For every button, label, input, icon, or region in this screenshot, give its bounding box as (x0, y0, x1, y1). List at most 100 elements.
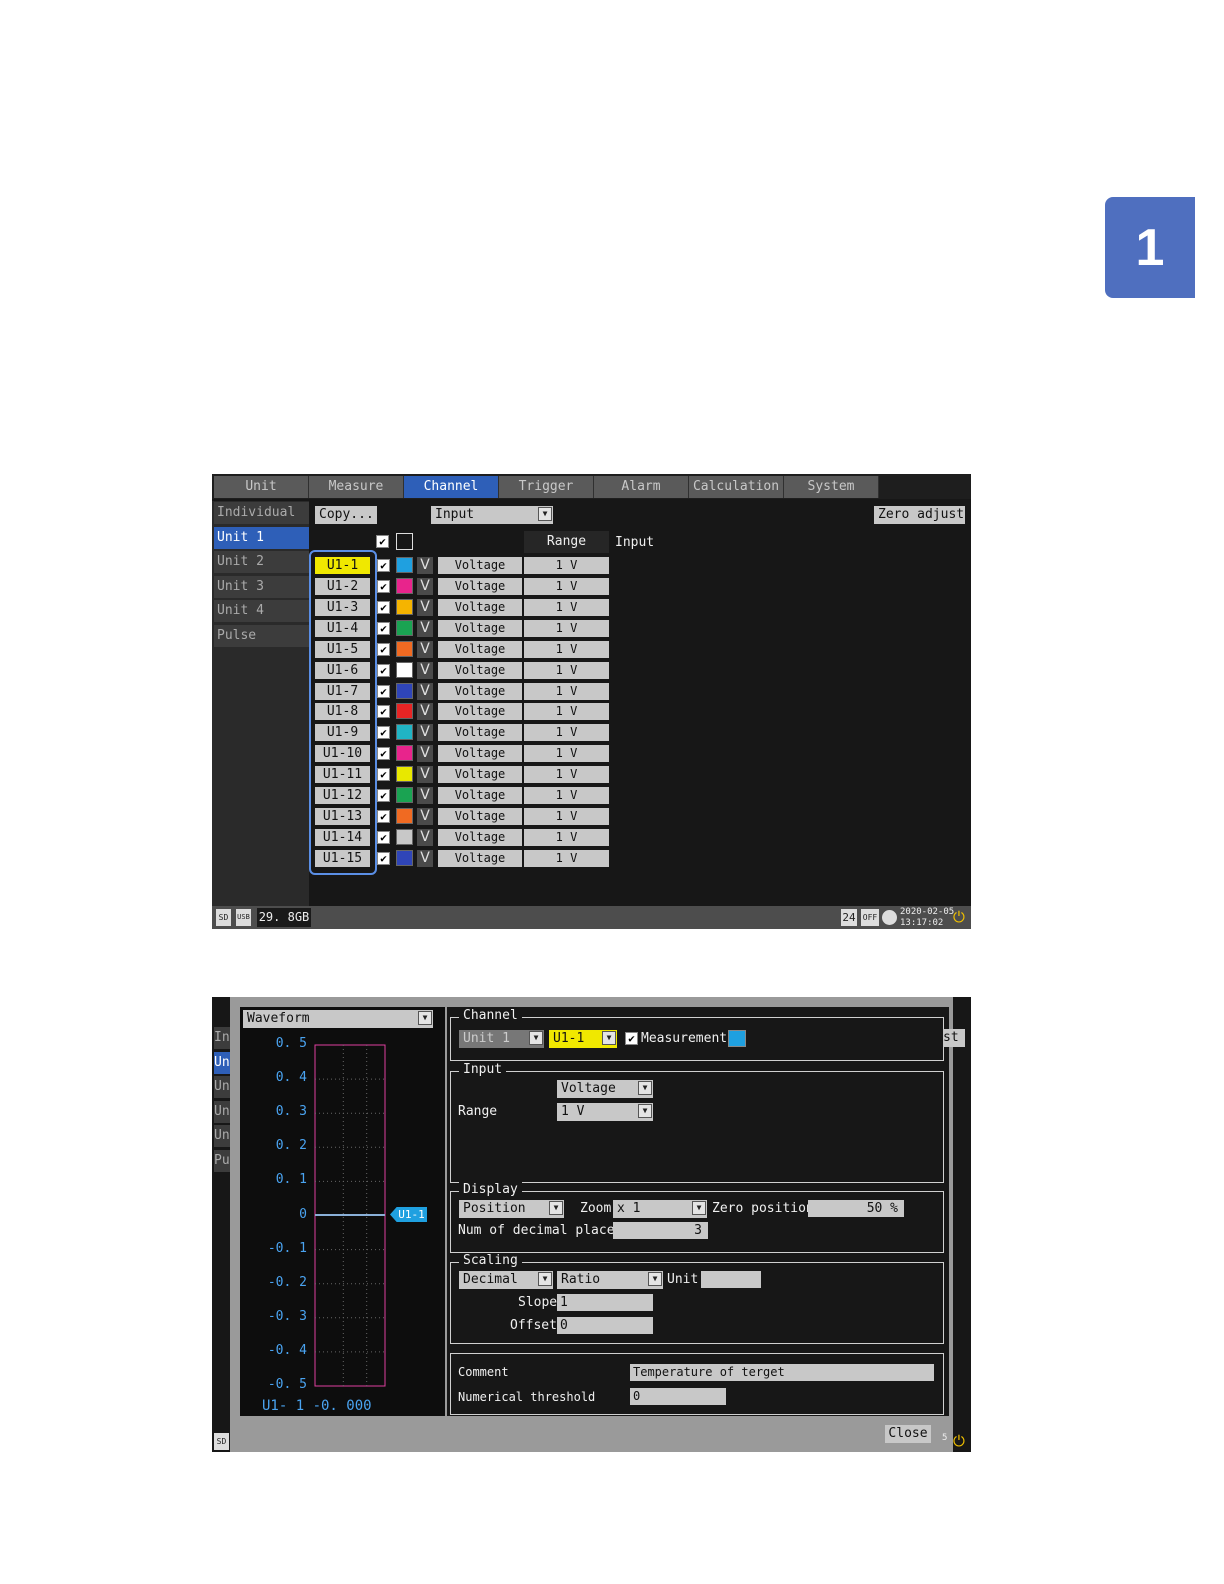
voltage-mode-icon[interactable]: V (417, 620, 433, 637)
view-select[interactable]: Input ▼ (431, 506, 553, 524)
channel-name-button[interactable]: U1-3 (315, 599, 370, 616)
sidebar-item-unit1[interactable]: Unit 1 (214, 527, 309, 549)
range-button[interactable]: 1 V (524, 578, 609, 595)
channel-name-button[interactable]: U1-9 (315, 724, 370, 741)
range-button[interactable]: 1 V (524, 745, 609, 762)
input-mode-button[interactable]: Voltage (438, 662, 522, 679)
range-button[interactable]: 1 V (524, 829, 609, 846)
input-mode-button[interactable]: Voltage (438, 620, 522, 637)
input-mode-button[interactable]: Voltage (438, 557, 522, 574)
channel-color-swatch[interactable] (396, 829, 413, 845)
voltage-mode-icon[interactable]: V (417, 662, 433, 679)
voltage-mode-icon[interactable]: V (417, 850, 433, 867)
sidebar-item-individual[interactable]: Individual (214, 502, 309, 524)
range-button[interactable]: 1 V (524, 787, 609, 804)
decimal-places-field[interactable]: 3 (613, 1222, 708, 1239)
input-mode-button[interactable]: Voltage (438, 850, 522, 867)
range-button[interactable]: 1 V (524, 808, 609, 825)
channel-color-swatch[interactable] (396, 703, 413, 719)
sidebar-item-unit4[interactable]: Unit 4 (214, 600, 309, 622)
range-button[interactable]: 1 V (524, 620, 609, 637)
tab-alarm[interactable]: Alarm (594, 476, 689, 498)
tab-trigger[interactable]: Trigger (499, 476, 594, 498)
unit-select[interactable]: Unit 1 ▼ (459, 1030, 544, 1048)
channel-enable-checkbox[interactable]: ✔ (377, 664, 390, 677)
voltage-mode-icon[interactable]: V (417, 641, 433, 658)
offset-field[interactable]: 0 (557, 1317, 653, 1334)
unit-field[interactable] (701, 1271, 761, 1288)
channel-name-button[interactable]: U1-5 (315, 641, 370, 658)
channel-color-swatch[interactable] (396, 766, 413, 782)
channel-color-swatch[interactable] (396, 724, 413, 740)
tab-system[interactable]: System (784, 476, 879, 498)
channel-enable-checkbox[interactable]: ✔ (377, 852, 390, 865)
channel-color-swatch[interactable] (396, 557, 413, 573)
zero-position-field[interactable]: 50 % (808, 1200, 904, 1217)
range-button[interactable]: 1 V (524, 766, 609, 783)
scaling-mode-select[interactable]: Ratio ▼ (557, 1271, 663, 1289)
range-button[interactable]: 1 V (524, 662, 609, 679)
channel-name-button[interactable]: U1-8 (315, 703, 370, 720)
channel-enable-checkbox[interactable]: ✔ (377, 705, 390, 718)
voltage-mode-icon[interactable]: V (417, 829, 433, 846)
voltage-mode-icon[interactable]: V (417, 724, 433, 741)
input-mode-button[interactable]: Voltage (438, 829, 522, 846)
input-mode-button[interactable]: Voltage (438, 724, 522, 741)
channel-enable-checkbox[interactable]: ✔ (377, 768, 390, 781)
close-button[interactable]: Close (885, 1425, 931, 1443)
channel-enable-checkbox[interactable]: ✔ (377, 601, 390, 614)
channel-enable-checkbox[interactable]: ✔ (377, 622, 390, 635)
sidebar-item-unit2[interactable]: Unit 2 (214, 551, 309, 573)
channel-enable-checkbox[interactable]: ✔ (377, 643, 390, 656)
sidebar-item-unit3[interactable]: Unit 3 (214, 576, 309, 598)
input-mode-button[interactable]: Voltage (438, 641, 522, 658)
input-mode-select[interactable]: Voltage ▼ (557, 1080, 653, 1098)
input-mode-button[interactable]: Voltage (438, 787, 522, 804)
channel-enable-checkbox[interactable]: ✔ (377, 726, 390, 739)
channel-color-swatch[interactable] (396, 787, 413, 803)
input-mode-button[interactable]: Voltage (438, 808, 522, 825)
channel-color-swatch[interactable] (396, 745, 413, 761)
display-mode-select[interactable]: Position ▼ (459, 1200, 564, 1218)
channel-color-swatch[interactable] (396, 620, 413, 636)
voltage-mode-icon[interactable]: V (417, 787, 433, 804)
sidebar-item-pulse[interactable]: Pulse (214, 625, 309, 647)
graph-select[interactable]: Waveform ▼ (243, 1010, 433, 1028)
voltage-mode-icon[interactable]: V (417, 766, 433, 783)
channel-name-button[interactable]: U1-15 (315, 850, 370, 867)
channel-color-swatch[interactable] (396, 662, 413, 678)
channel-color-swatch[interactable] (396, 850, 413, 866)
input-mode-button[interactable]: Voltage (438, 578, 522, 595)
channel-name-button[interactable]: U1-13 (315, 808, 370, 825)
range-button[interactable]: 1 V (524, 599, 609, 616)
input-mode-button[interactable]: Voltage (438, 683, 522, 700)
zero-adjust-button[interactable]: Zero adjust (874, 506, 965, 524)
channel-enable-checkbox[interactable]: ✔ (377, 789, 390, 802)
channel-enable-checkbox[interactable]: ✔ (377, 685, 390, 698)
channel-enable-checkbox[interactable]: ✔ (377, 810, 390, 823)
voltage-mode-icon[interactable]: V (417, 599, 433, 616)
input-mode-button[interactable]: Voltage (438, 745, 522, 762)
channel-enable-checkbox[interactable]: ✔ (377, 831, 390, 844)
voltage-mode-icon[interactable]: V (417, 808, 433, 825)
scaling-notation-select[interactable]: Decimal ▼ (459, 1271, 553, 1289)
comment-field[interactable]: Temperature of terget (630, 1364, 934, 1381)
channel-color-swatch[interactable] (396, 808, 413, 824)
channel-color-swatch[interactable] (396, 683, 413, 699)
voltage-mode-icon[interactable]: V (417, 683, 433, 700)
range-button[interactable]: 1 V (524, 683, 609, 700)
channel-select[interactable]: U1-1 ▼ (549, 1030, 617, 1048)
range-button[interactable]: 1 V (524, 641, 609, 658)
tab-unit[interactable]: Unit (214, 476, 309, 498)
range-button[interactable]: 1 V (524, 703, 609, 720)
measurement-checkbox[interactable]: ✔ (625, 1032, 638, 1045)
voltage-mode-icon[interactable]: V (417, 578, 433, 595)
channel-name-button[interactable]: U1-2 (315, 578, 370, 595)
zero-adjust-button-partial[interactable]: st (943, 1029, 965, 1047)
channel-color-swatch[interactable] (728, 1030, 746, 1047)
channel-name-button[interactable]: U1-11 (315, 766, 370, 783)
tab-measure[interactable]: Measure (309, 476, 404, 498)
input-mode-button[interactable]: Voltage (438, 766, 522, 783)
range-button[interactable]: 1 V (524, 850, 609, 867)
range-select[interactable]: 1 V ▼ (557, 1103, 653, 1121)
